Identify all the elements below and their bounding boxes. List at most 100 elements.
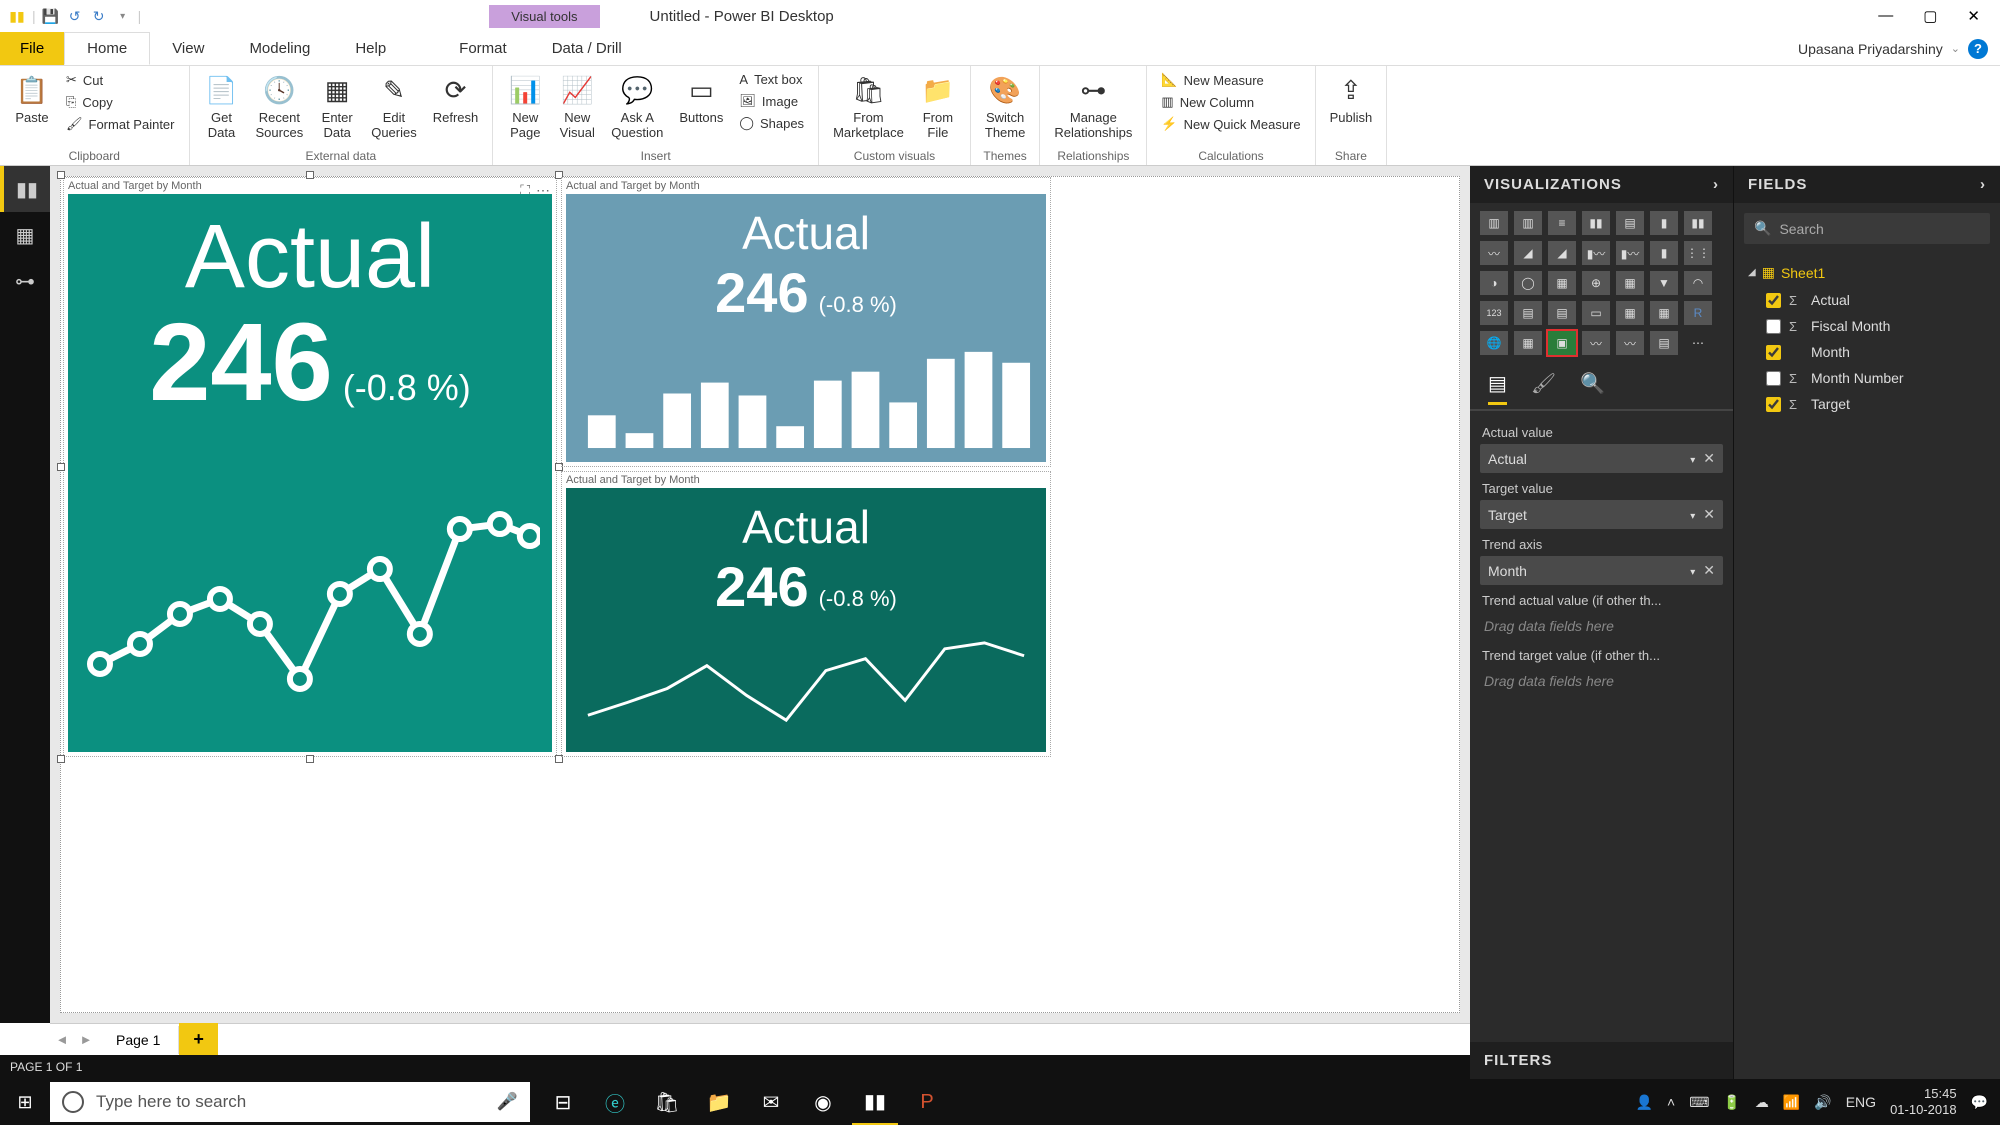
- mic-icon[interactable]: 🎤: [497, 1092, 518, 1112]
- enter-data-button[interactable]: ▦Enter Data: [315, 70, 359, 142]
- kpi-visual-2[interactable]: Actual and Target by Month Actual 246(-0…: [561, 177, 1051, 467]
- user-name[interactable]: Upasana Priyadarshiny: [1798, 41, 1943, 57]
- file-tab[interactable]: File: [0, 32, 64, 65]
- report-view-button[interactable]: ▮▮: [0, 166, 50, 212]
- recent-sources-button[interactable]: 🕓Recent Sources: [252, 70, 308, 142]
- viz-clustered-bar-icon[interactable]: ≡: [1548, 211, 1576, 235]
- well-field-target[interactable]: Target▾✕: [1480, 500, 1723, 529]
- page-next-button[interactable]: ►: [74, 1032, 98, 1047]
- format-painter-button[interactable]: 🖌Format Painter: [62, 114, 179, 134]
- well-field-month[interactable]: Month▾✕: [1480, 556, 1723, 585]
- viz-filled-map-icon[interactable]: ▦: [1616, 271, 1644, 295]
- viz-line-stacked-icon[interactable]: ◢: [1548, 241, 1576, 265]
- chrome-icon[interactable]: ◉: [800, 1079, 846, 1125]
- viz-line-icon[interactable]: ▮▮: [1684, 211, 1712, 235]
- publish-button[interactable]: ⇪Publish: [1326, 70, 1377, 127]
- viz-donut-icon[interactable]: ◯: [1514, 271, 1542, 295]
- explorer-icon[interactable]: 📁: [696, 1079, 742, 1125]
- viz-pie-icon[interactable]: ◑: [1480, 271, 1508, 295]
- fields-well-tab[interactable]: ▤: [1488, 371, 1507, 405]
- field-row[interactable]: ΣActual: [1744, 287, 1990, 313]
- analytics-well-tab[interactable]: 🔍: [1580, 371, 1605, 405]
- tab-view[interactable]: View: [150, 32, 227, 65]
- language-indicator[interactable]: ENG: [1846, 1094, 1876, 1110]
- paste-button[interactable]: 📋Paste: [10, 70, 54, 127]
- keyboard-icon[interactable]: ⌨: [1689, 1094, 1709, 1111]
- tab-home[interactable]: Home: [64, 32, 150, 65]
- viz-py-icon[interactable]: ▦: [1514, 331, 1542, 355]
- viz-clustered-column-icon[interactable]: ▮▮: [1582, 211, 1610, 235]
- people-icon[interactable]: 👤: [1636, 1094, 1653, 1111]
- viz-custom-2-icon[interactable]: 〰: [1582, 331, 1610, 355]
- powerbi-icon[interactable]: ▮▮: [852, 1079, 898, 1125]
- page-prev-button[interactable]: ◄: [50, 1032, 74, 1047]
- field-checkbox[interactable]: [1766, 345, 1781, 360]
- minimize-icon[interactable]: —: [1878, 7, 1893, 25]
- field-checkbox[interactable]: [1766, 319, 1781, 334]
- viz-kpi-icon[interactable]: ▤: [1548, 301, 1576, 325]
- well-field-actual[interactable]: Actual▾✕: [1480, 444, 1723, 473]
- viz-custom-3-icon[interactable]: 〰: [1616, 331, 1644, 355]
- viz-custom-4-icon[interactable]: ▤: [1650, 331, 1678, 355]
- copy-button[interactable]: ⎘Copy: [62, 92, 179, 112]
- start-button[interactable]: ⊞: [0, 1092, 50, 1113]
- filters-panel-header[interactable]: FILTERS: [1470, 1042, 1733, 1079]
- viz-map-icon[interactable]: ⊕: [1582, 271, 1610, 295]
- viz-area-icon[interactable]: 〰: [1480, 241, 1508, 265]
- notifications-icon[interactable]: 💬: [1971, 1094, 1988, 1111]
- ask-question-button[interactable]: 💬Ask A Question: [607, 70, 667, 142]
- cut-button[interactable]: ✂Cut: [62, 70, 179, 90]
- chevron-down-icon[interactable]: ▾: [1690, 511, 1695, 522]
- remove-field-icon[interactable]: ✕: [1703, 562, 1715, 578]
- task-view-icon[interactable]: ⊟: [540, 1079, 586, 1125]
- viz-multirow-icon[interactable]: ▤: [1514, 301, 1542, 325]
- remove-field-icon[interactable]: ✕: [1703, 506, 1715, 522]
- switch-theme-button[interactable]: 🎨Switch Theme: [981, 70, 1029, 142]
- refresh-button[interactable]: ⟳Refresh: [429, 70, 483, 127]
- get-data-button[interactable]: 📄Get Data: [200, 70, 244, 142]
- field-row[interactable]: Month: [1744, 339, 1990, 365]
- image-button[interactable]: 🖼Image: [735, 91, 808, 111]
- new-measure-button[interactable]: 📐New Measure: [1157, 70, 1304, 90]
- viz-table-icon[interactable]: ▦: [1616, 301, 1644, 325]
- field-row[interactable]: ΣTarget: [1744, 391, 1990, 417]
- viz-stacked-area-icon[interactable]: ◢: [1514, 241, 1542, 265]
- report-canvas[interactable]: Actual and Target by Month ⛶⋯ Actual 246…: [60, 176, 1460, 1013]
- viz-funnel-icon[interactable]: ▼: [1650, 271, 1678, 295]
- page-tab-1[interactable]: Page 1: [98, 1026, 179, 1054]
- fields-search-input[interactable]: 🔍Search: [1744, 213, 1990, 244]
- volume-icon[interactable]: 🔊: [1814, 1094, 1831, 1111]
- buttons-button[interactable]: ▭Buttons: [675, 70, 727, 127]
- tab-data-drill[interactable]: Data / Drill: [530, 32, 645, 65]
- field-checkbox[interactable]: [1766, 397, 1781, 412]
- well-placeholder[interactable]: Drag data fields here: [1480, 612, 1723, 640]
- new-column-button[interactable]: ▥New Column: [1157, 92, 1304, 112]
- manage-relationships-button[interactable]: ⊶Manage Relationships: [1050, 70, 1136, 142]
- chevron-down-icon[interactable]: ▾: [1690, 567, 1695, 578]
- viz-gauge-icon[interactable]: ◠: [1684, 271, 1712, 295]
- textbox-button[interactable]: AText box: [735, 70, 808, 89]
- field-checkbox[interactable]: [1766, 371, 1781, 386]
- viz-100-bar-icon[interactable]: ▤: [1616, 211, 1644, 235]
- well-placeholder[interactable]: Drag data fields here: [1480, 667, 1723, 695]
- kpi-visual-3[interactable]: Actual and Target by Month Actual 246(-0…: [561, 471, 1051, 757]
- field-row[interactable]: ΣMonth Number: [1744, 365, 1990, 391]
- model-view-button[interactable]: ⊶: [0, 258, 50, 304]
- kpi-visual-1[interactable]: Actual and Target by Month ⛶⋯ Actual 246…: [63, 177, 557, 757]
- chevron-right-icon[interactable]: ›: [1980, 176, 1986, 193]
- field-checkbox[interactable]: [1766, 293, 1781, 308]
- save-icon[interactable]: 💾: [42, 7, 60, 25]
- help-icon[interactable]: ?: [1968, 39, 1988, 59]
- viz-line-clustered-icon[interactable]: ▮〰: [1582, 241, 1610, 265]
- field-row[interactable]: ΣFiscal Month: [1744, 313, 1990, 339]
- viz-stacked-bar-icon[interactable]: ▥: [1480, 211, 1508, 235]
- clock[interactable]: 15:4501-10-2018: [1890, 1086, 1957, 1117]
- viz-custom-kpi-icon[interactable]: ▣: [1548, 331, 1576, 355]
- viz-r-icon[interactable]: R: [1684, 301, 1712, 325]
- mail-icon[interactable]: ✉: [748, 1079, 794, 1125]
- redo-icon[interactable]: ↻: [90, 7, 108, 25]
- table-node[interactable]: ◢▦Sheet1: [1744, 258, 1990, 287]
- tab-help[interactable]: Help: [333, 32, 409, 65]
- chevron-down-icon[interactable]: ▾: [1690, 455, 1695, 466]
- maximize-icon[interactable]: ▢: [1923, 7, 1937, 25]
